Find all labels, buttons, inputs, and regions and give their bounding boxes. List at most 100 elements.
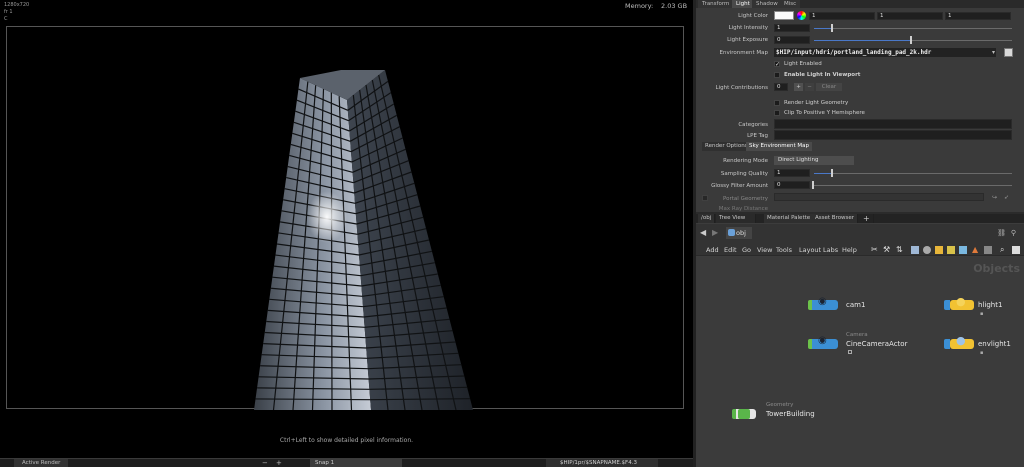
render-image[interactable] xyxy=(6,26,684,410)
light-color-b[interactable]: 1 xyxy=(945,12,1011,20)
menu-view[interactable]: View xyxy=(757,245,772,255)
select-arrow-icon[interactable]: ➶ xyxy=(1004,194,1009,201)
tab-shadow[interactable]: Shadow xyxy=(752,0,782,8)
network-box-icon[interactable] xyxy=(959,246,967,254)
tab-misc[interactable]: Misc xyxy=(780,0,801,8)
categories-field[interactable] xyxy=(774,119,1012,129)
chevron-down-icon[interactable]: ▾ xyxy=(992,49,995,56)
memory-value: 2.03 GB xyxy=(661,2,688,10)
light-color-g[interactable]: 1 xyxy=(877,12,943,20)
node-flag[interactable] xyxy=(732,409,736,419)
grid-icon[interactable] xyxy=(911,246,919,254)
warning-icon[interactable]: ▲ xyxy=(972,245,978,254)
help-icon[interactable] xyxy=(1012,246,1020,254)
tab-light[interactable]: Light xyxy=(732,0,754,8)
back-arrow-icon[interactable]: ◀ xyxy=(700,228,706,237)
lpe-tag-field[interactable] xyxy=(774,130,1012,140)
snapshot-path[interactable]: $HIP/1pr/$SNAPNAME.$F4.3 xyxy=(546,459,658,467)
lightbulb-icon: ● xyxy=(956,295,966,308)
tab-obj[interactable]: /obj xyxy=(698,214,716,223)
light-exposure-knob[interactable] xyxy=(910,36,912,44)
remove-contribution-button[interactable]: − xyxy=(805,83,814,91)
light-contrib-field[interactable]: 0 xyxy=(774,83,788,91)
sort-icon[interactable]: ⇅ xyxy=(896,245,903,254)
zoom-out-button[interactable]: − xyxy=(262,459,268,467)
sampling-quality-knob[interactable] xyxy=(831,169,833,177)
add-contribution-button[interactable]: + xyxy=(794,83,803,91)
light-intensity-knob[interactable] xyxy=(831,24,833,32)
sampling-quality-field[interactable]: 1 xyxy=(774,169,810,177)
add-tab-button[interactable]: + xyxy=(860,214,874,223)
node-sublabel: Geometry xyxy=(766,402,794,408)
shapes-icon[interactable] xyxy=(935,246,943,254)
tab-asset-browser[interactable]: Asset Browser xyxy=(812,214,859,223)
enable-viewport-checkbox[interactable] xyxy=(774,72,780,78)
viewer-toolbar: Active Render − + Snap 1 $HIP/1pr/$SNAPN… xyxy=(0,458,693,467)
menu-help[interactable]: Help xyxy=(842,245,857,255)
light-enabled-checkbox[interactable]: ✓ xyxy=(774,61,780,68)
node-label: TowerBuilding xyxy=(766,410,815,418)
tab-render-options[interactable]: Render Options xyxy=(702,142,751,151)
menu-add[interactable]: Add xyxy=(706,245,719,255)
link-icon[interactable]: ⛓ xyxy=(997,229,1006,237)
network-canvas[interactable]: Objects ◉ cam1 Camera ◉ CineCameraActor … xyxy=(696,257,1024,467)
light-color-r[interactable]: 1 xyxy=(809,12,875,20)
node-label: cam1 xyxy=(846,301,866,309)
resolution-text: 1280x720 xyxy=(4,2,30,8)
env-map-label: Environment Map xyxy=(719,50,768,56)
menu-layout[interactable]: Layout xyxy=(799,245,821,255)
enable-viewport-label: Enable Light In Viewport xyxy=(784,72,861,78)
clear-button[interactable]: Clear xyxy=(816,83,842,91)
layout-icon[interactable] xyxy=(984,246,992,254)
light-contrib-label: Light Contributions xyxy=(715,85,769,91)
glossy-filter-knob[interactable] xyxy=(812,181,814,189)
render-light-geometry-checkbox[interactable] xyxy=(774,100,780,106)
wrench-icon[interactable]: ⚒ xyxy=(883,245,890,254)
color-palette-icon[interactable] xyxy=(923,246,931,254)
light-exposure-field[interactable]: 0 xyxy=(774,36,810,44)
light-intensity-field[interactable]: 1 xyxy=(774,24,810,32)
rendering-mode-select[interactable]: Direct Lighting xyxy=(774,156,854,165)
node-flag[interactable] xyxy=(944,300,950,310)
search-icon[interactable]: ⌕ xyxy=(1000,245,1004,255)
forward-arrow-icon[interactable]: ▶ xyxy=(712,228,718,237)
node-flag[interactable] xyxy=(808,339,812,349)
tab-material-palette[interactable]: Material Palette xyxy=(764,214,815,223)
max-ray-distance-label: Max Ray Distance xyxy=(718,206,768,212)
menu-tools[interactable]: Tools xyxy=(776,245,792,255)
sampling-quality-label: Sampling Quality xyxy=(720,171,768,177)
pin-icon[interactable]: ⚲ xyxy=(1011,229,1016,237)
image-icon[interactable] xyxy=(947,246,955,254)
env-map-field[interactable]: $HIP/input/hdri/portland_landing_pad_2k.… xyxy=(774,48,996,57)
tab-transform[interactable]: Transform xyxy=(698,0,734,8)
glossy-filter-slider[interactable] xyxy=(814,185,1012,186)
node-label: CineCameraActor xyxy=(846,340,908,348)
context-title: Objects xyxy=(973,262,1020,275)
network-tabs: /obj Tree View Material Palette Asset Br… xyxy=(696,214,1024,223)
light-intensity-label: Light Intensity xyxy=(728,25,768,31)
snapshot-field[interactable]: Snap 1 xyxy=(310,459,402,467)
tools-icon[interactable]: ✂ xyxy=(871,245,878,254)
clip-y-checkbox[interactable] xyxy=(774,110,780,116)
sampling-quality-slider[interactable] xyxy=(814,173,1012,174)
parameter-pane: Transform Light Shadow Misc Light Color … xyxy=(696,0,1024,212)
jump-arrow-icon[interactable]: ↪ xyxy=(992,194,997,201)
node-flag[interactable] xyxy=(808,300,812,310)
render-viewer[interactable]: 1280x720 fr 1 C Memory: 2.03 GB Ctrl+Lef… xyxy=(0,0,693,458)
light-intensity-slider[interactable] xyxy=(814,28,1012,29)
menu-go[interactable]: Go xyxy=(742,245,751,255)
menu-labs[interactable]: Labs xyxy=(823,245,838,255)
light-color-swatch[interactable] xyxy=(774,11,794,20)
lpe-tag-label: LPE Tag xyxy=(747,133,768,139)
node-flag[interactable] xyxy=(944,339,950,349)
light-exposure-slider[interactable] xyxy=(814,40,1012,41)
glossy-filter-field[interactable]: 0 xyxy=(774,181,810,189)
menu-edit[interactable]: Edit xyxy=(724,245,737,255)
tab-tree-view[interactable]: Tree View xyxy=(716,214,757,223)
tab-sky-environment-map[interactable]: Sky Environment Map xyxy=(746,142,812,151)
active-render-tab[interactable]: Active Render xyxy=(14,459,69,467)
color-wheel-icon[interactable] xyxy=(797,11,806,20)
file-browse-icon[interactable] xyxy=(1004,48,1013,57)
portal-geometry-field[interactable] xyxy=(774,193,984,201)
zoom-in-button[interactable]: + xyxy=(276,459,282,467)
